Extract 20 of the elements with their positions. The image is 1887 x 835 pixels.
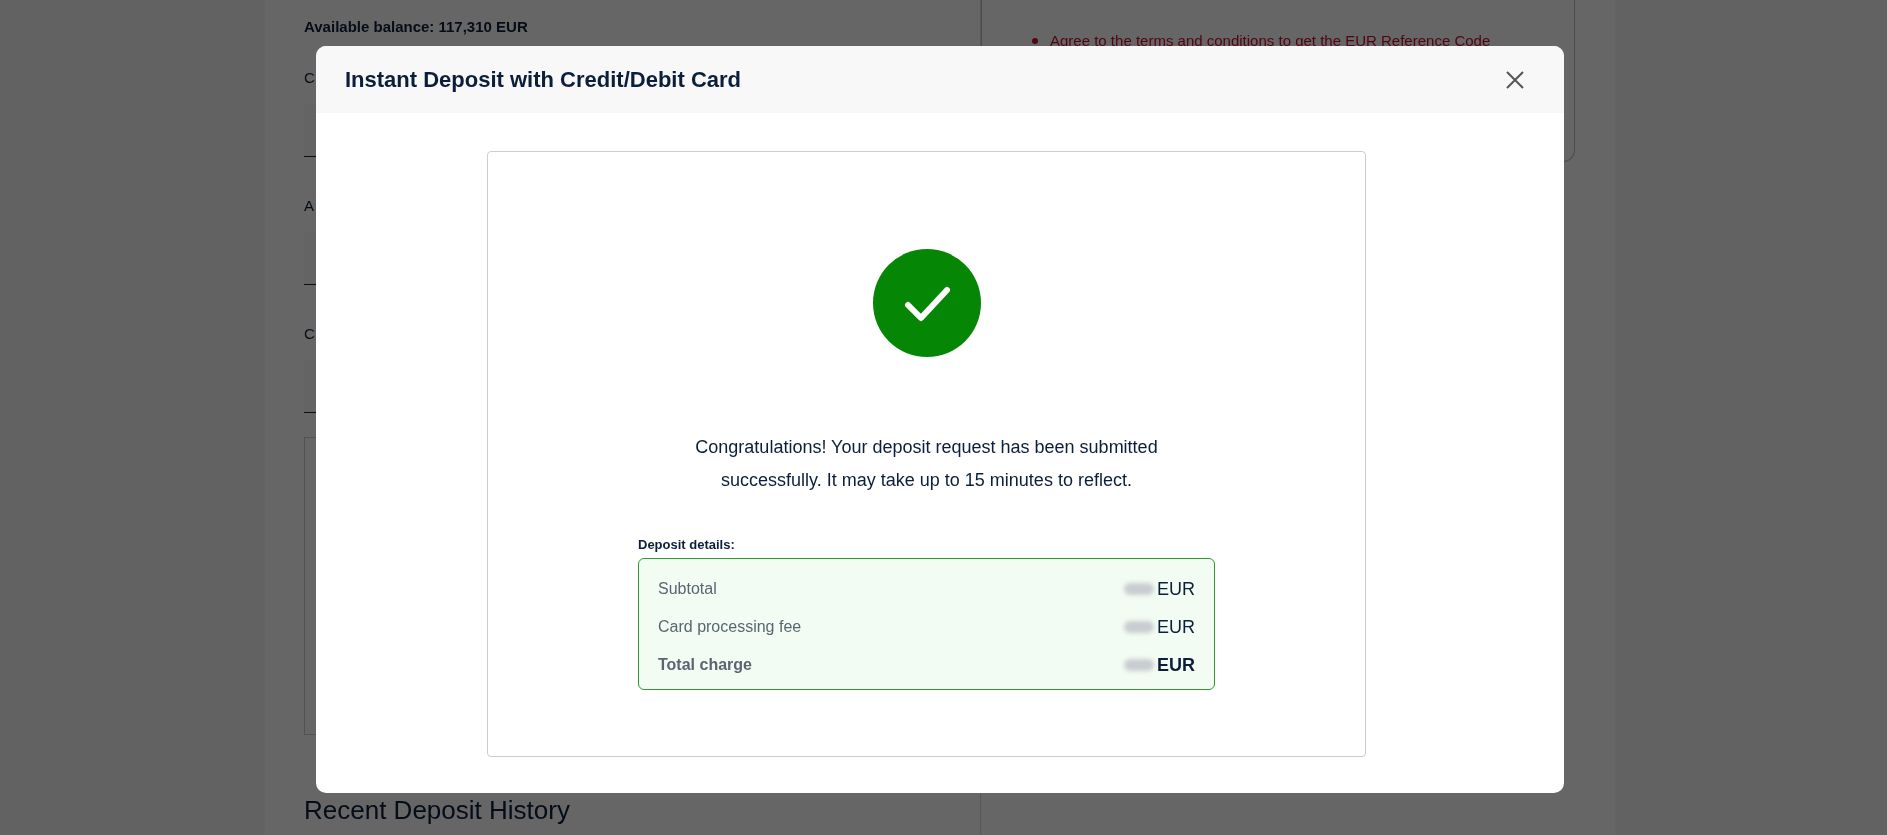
success-message: Congratulations! Your deposit request has been submitted successfully. It may take up to 15 minutes to reflect. [694,436,1159,492]
detail-label: Card processing fee [658,618,802,636]
details-label: Deposit details: [638,537,735,552]
currency-text: EUR [1157,654,1195,676]
field-label: A [304,197,314,214]
bullet-icon [1032,37,1038,44]
detail-label: Subtotal [658,580,717,598]
section-heading: Recent Deposit History [304,795,570,826]
blurred-amount [1124,583,1154,595]
blurred-amount [1124,621,1154,633]
blurred-amount [1124,659,1154,671]
dialog-title: Instant Deposit with Credit/Debit Card [345,66,742,93]
currency-text: EUR [1157,578,1195,600]
balance-text: Available balance: 117,310 EUR [304,18,528,35]
currency-text: EUR [1157,616,1195,638]
detail-label: Total charge [658,656,752,674]
close-icon [1506,70,1524,89]
field-label: C [304,325,315,342]
field-label: C [304,69,315,86]
check-icon [872,249,981,357]
